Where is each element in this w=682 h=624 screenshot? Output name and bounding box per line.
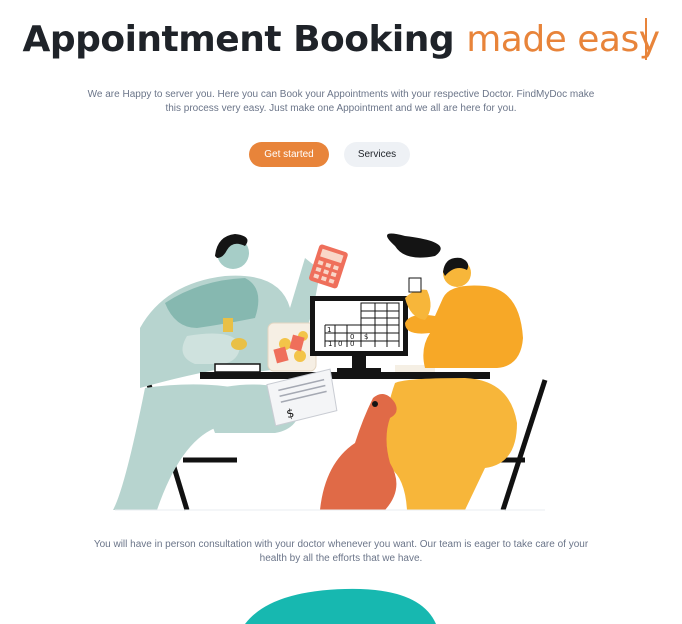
consultation-caption: You will have in person consultation wit… bbox=[93, 539, 589, 564]
hero-intro: We are Happy to server you. Here you can… bbox=[87, 89, 595, 114]
monitor-cell: 0 bbox=[350, 340, 354, 348]
teal-decorative-shape bbox=[245, 588, 436, 624]
coin-jar-icon bbox=[267, 322, 317, 372]
monitor: 1 0 $ 1 0 0 bbox=[310, 296, 408, 372]
hero-title-accent: made easy bbox=[466, 19, 660, 60]
consultation-illustration: 1 0 $ 1 0 0 $ bbox=[113, 233, 548, 511]
hero-title: Appointment Booking made easy bbox=[0, 14, 682, 60]
desk bbox=[200, 372, 490, 379]
monitor-cell: 1 bbox=[327, 326, 331, 334]
get-started-button[interactable]: Get started bbox=[249, 142, 329, 167]
typing-cursor bbox=[645, 18, 647, 60]
monitor-cell: $ bbox=[364, 333, 368, 341]
keyboard bbox=[214, 363, 261, 373]
hero-title-main: Appointment Booking bbox=[22, 19, 455, 60]
monitor-cell: 0 bbox=[338, 340, 342, 348]
monitor-cell: 1 bbox=[328, 340, 332, 348]
services-button[interactable]: Services bbox=[344, 142, 410, 167]
